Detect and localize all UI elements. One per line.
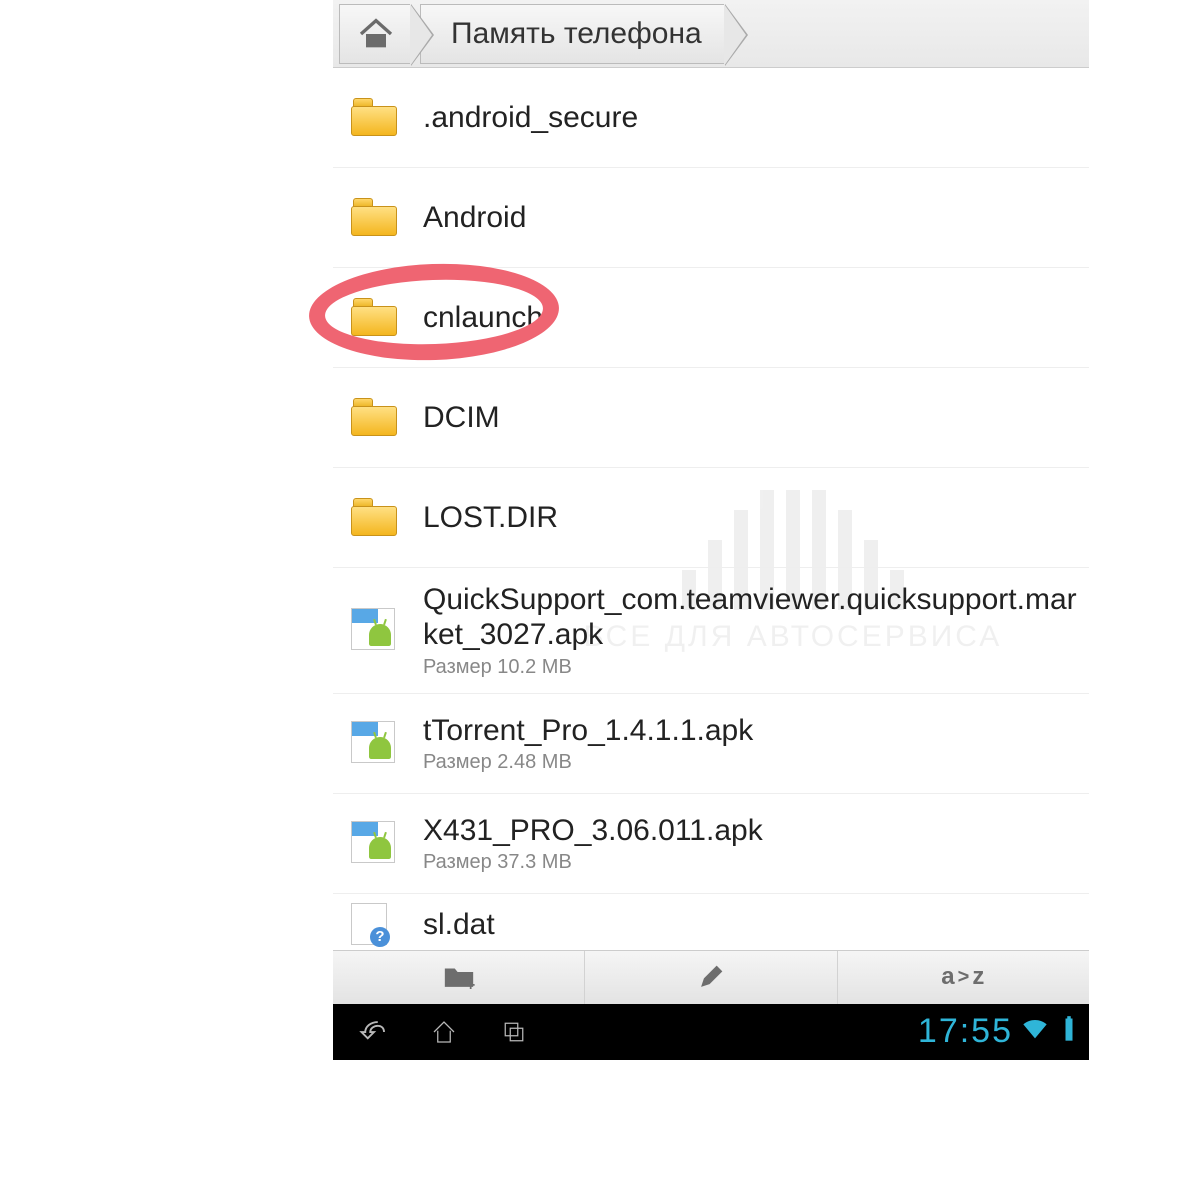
item-name: sl.dat bbox=[423, 907, 1079, 942]
item-name: Android bbox=[423, 200, 1079, 235]
list-item[interactable]: X431_PRO_3.06.011.apk Размер 37.3 MB bbox=[333, 794, 1089, 894]
new-folder-icon: + bbox=[442, 960, 476, 994]
home-nav-icon bbox=[427, 1017, 461, 1047]
item-name: QuickSupport_com.teamviewer.quicksupport… bbox=[423, 582, 1079, 653]
item-name: DCIM bbox=[423, 400, 1079, 435]
folder-icon bbox=[351, 98, 397, 136]
wifi-icon bbox=[1021, 1015, 1049, 1048]
sort-az-icon: a>z bbox=[941, 963, 985, 991]
breadcrumb-home[interactable] bbox=[339, 4, 410, 64]
apk-icon bbox=[351, 608, 395, 650]
sort-button[interactable]: a>z bbox=[838, 951, 1089, 1004]
folder-icon bbox=[351, 198, 397, 236]
pencil-icon bbox=[694, 960, 728, 994]
status-time: 17:55 bbox=[918, 1012, 1013, 1051]
item-name: LOST.DIR bbox=[423, 500, 1079, 535]
bottom-toolbar: + a>z bbox=[333, 950, 1089, 1004]
list-item[interactable]: tTorrent_Pro_1.4.1.1.apk Размер 2.48 MB bbox=[333, 694, 1089, 794]
item-name: tTorrent_Pro_1.4.1.1.apk bbox=[423, 713, 1079, 748]
list-item[interactable]: Android bbox=[333, 168, 1089, 268]
apk-icon bbox=[351, 721, 395, 763]
item-name: .android_secure bbox=[423, 100, 1079, 135]
file-icon bbox=[351, 903, 387, 945]
svg-text:+: + bbox=[466, 977, 475, 994]
battery-icon bbox=[1055, 1015, 1083, 1048]
folder-icon bbox=[351, 398, 397, 436]
recent-apps-button[interactable] bbox=[479, 1017, 549, 1047]
breadcrumb-current-label: Память телефона bbox=[451, 17, 702, 51]
list-item[interactable]: sl.dat bbox=[333, 894, 1089, 950]
list-item[interactable]: QuickSupport_com.teamviewer.quicksupport… bbox=[333, 568, 1089, 694]
list-item[interactable]: LOST.DIR bbox=[333, 468, 1089, 568]
breadcrumb-current[interactable]: Память телефона bbox=[420, 4, 724, 64]
item-size: Размер 37.3 MB bbox=[423, 851, 1079, 874]
item-name: X431_PRO_3.06.011.apk bbox=[423, 813, 1079, 848]
folder-icon bbox=[351, 298, 397, 336]
item-name: cnlaunch bbox=[423, 300, 1079, 335]
new-folder-button[interactable]: + bbox=[333, 951, 585, 1004]
file-manager-screen: Память телефона ВСЕ ДЛЯ АВТОСЕРВИСА .and… bbox=[333, 0, 1089, 1060]
item-size: Размер 2.48 MB bbox=[423, 751, 1079, 774]
edit-button[interactable] bbox=[585, 951, 837, 1004]
breadcrumb-bar: Память телефона bbox=[333, 0, 1089, 68]
folder-icon bbox=[351, 498, 397, 536]
list-item[interactable]: DCIM bbox=[333, 368, 1089, 468]
list-item-highlighted[interactable]: cnlaunch bbox=[333, 268, 1089, 368]
android-navbar: 17:55 bbox=[333, 1004, 1089, 1060]
file-list: .android_secure Android cnlaunch DCIM LO… bbox=[333, 68, 1089, 950]
apk-icon bbox=[351, 821, 395, 863]
home-button[interactable] bbox=[409, 1017, 479, 1047]
home-icon bbox=[356, 14, 396, 54]
list-item[interactable]: .android_secure bbox=[333, 68, 1089, 168]
back-icon bbox=[357, 1017, 391, 1047]
back-button[interactable] bbox=[339, 1017, 409, 1047]
recent-icon bbox=[497, 1017, 531, 1047]
item-size: Размер 10.2 MB bbox=[423, 656, 1079, 679]
